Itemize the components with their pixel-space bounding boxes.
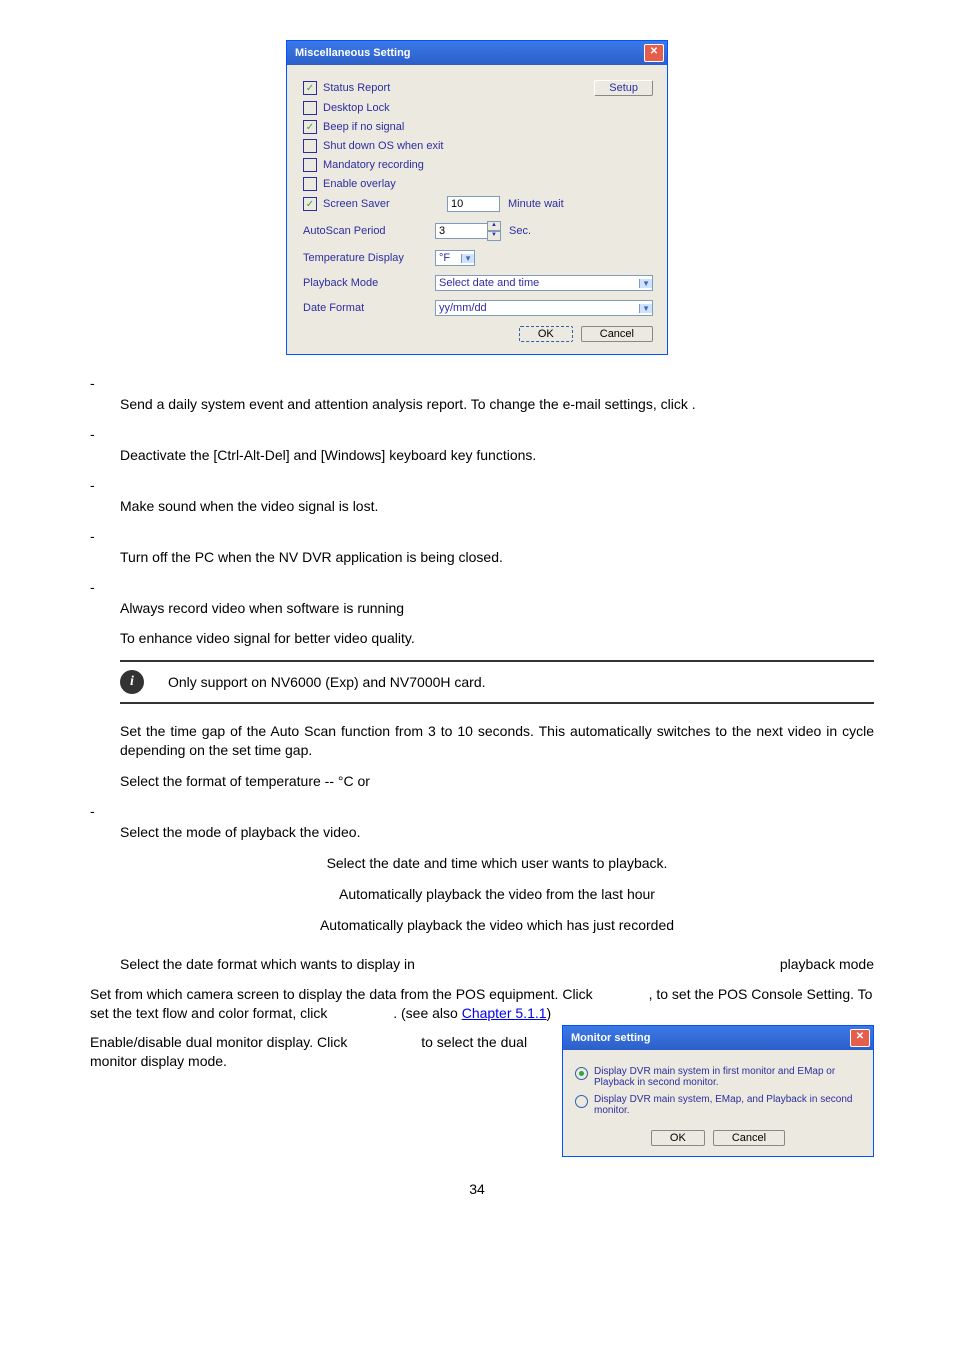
close-icon[interactable]: ✕	[644, 44, 664, 62]
pos-description-1: Set from which camera screen to display …	[90, 986, 593, 1002]
autoscan-unit: Sec.	[509, 225, 531, 237]
overlay-checkbox[interactable]	[303, 177, 317, 191]
status-report-label: Status Report	[323, 82, 390, 94]
beep-label: Beep if no signal	[323, 121, 404, 133]
playback-option-2: Automatically playback the video from th…	[120, 885, 874, 904]
info-note: Only support on NV6000 (Exp) and NV7000H…	[168, 674, 486, 690]
date-format-dropdown[interactable]: yy/mm/dd ▼	[435, 300, 653, 316]
mandatory-checkbox[interactable]	[303, 158, 317, 172]
setup-button[interactable]: Setup	[594, 80, 653, 96]
chapter-link[interactable]: Chapter 5.1.1	[462, 1005, 547, 1021]
ok-button[interactable]: OK	[519, 326, 573, 342]
screensaver-unit: Minute wait	[508, 198, 564, 210]
screensaver-label: Screen Saver	[323, 198, 447, 210]
playback-mode-dropdown[interactable]: Select date and time ▼	[435, 275, 653, 291]
screensaver-checkbox[interactable]: ✓	[303, 197, 317, 211]
date-format-value: yy/mm/dd	[439, 302, 487, 314]
autoscan-label: AutoScan Period	[303, 225, 435, 237]
overlay-description: To enhance video signal for better video…	[120, 629, 874, 648]
pos-description-4: )	[547, 1005, 552, 1021]
miscellaneous-setting-dialog: Miscellaneous Setting ✕ ✓ Status Report …	[286, 40, 668, 355]
monitor-option-2-label: Display DVR main system, EMap, and Playb…	[594, 1094, 861, 1116]
mandatory-description: Always record video when software is run…	[120, 599, 874, 618]
ok-button[interactable]: OK	[651, 1130, 705, 1146]
cancel-button[interactable]: Cancel	[581, 326, 653, 342]
page-number: 34	[80, 1181, 874, 1197]
dialog-titlebar: Miscellaneous Setting ✕	[287, 41, 667, 65]
date-format-description-2: playback mode	[780, 955, 874, 974]
date-format-label: Date Format	[303, 302, 435, 314]
temperature-description: Select the format of temperature -- °C o…	[120, 772, 874, 791]
status-report-checkbox[interactable]: ✓	[303, 81, 317, 95]
screensaver-input[interactable]	[447, 196, 500, 212]
beep-checkbox[interactable]: ✓	[303, 120, 317, 134]
shutdown-description: Turn off the PC when the NV DVR applicat…	[120, 548, 874, 567]
chevron-down-icon: ▼	[461, 254, 474, 263]
beep-description: Make sound when the video signal is lost…	[120, 497, 874, 516]
overlay-label: Enable overlay	[323, 178, 396, 190]
status-report-description-2: .	[692, 396, 696, 412]
playback-mode-label: Playback Mode	[303, 277, 435, 289]
close-icon[interactable]: ✕	[850, 1029, 870, 1047]
temperature-label: Temperature Display	[303, 252, 435, 264]
playback-description: Select the mode of playback the video.	[120, 823, 874, 842]
monitor-option-1-label: Display DVR main system in first monitor…	[594, 1066, 861, 1088]
desktop-lock-checkbox[interactable]	[303, 101, 317, 115]
shutdown-checkbox[interactable]	[303, 139, 317, 153]
date-format-description-1: Select the date format which wants to di…	[120, 955, 415, 974]
playback-option-1: Select the date and time which user want…	[120, 854, 874, 873]
autoscan-spinner[interactable]: ▲▼	[487, 221, 501, 241]
chevron-down-icon: ▼	[639, 304, 652, 313]
monitor-option-1-radio[interactable]	[575, 1067, 588, 1080]
info-icon: i	[120, 670, 144, 694]
autoscan-description: Set the time gap of the Auto Scan functi…	[120, 722, 874, 760]
shutdown-label: Shut down OS when exit	[323, 140, 443, 152]
status-report-description: Send a daily system event and attention …	[120, 396, 688, 412]
autoscan-input[interactable]	[435, 223, 488, 239]
dialog-title: Miscellaneous Setting	[295, 47, 411, 59]
pos-description-3: . (see also	[393, 1005, 458, 1021]
desktop-lock-label: Desktop Lock	[323, 102, 390, 114]
playback-mode-value: Select date and time	[439, 277, 539, 289]
temperature-value: °F	[439, 252, 450, 264]
dialog2-titlebar: Monitor setting ✕	[563, 1026, 873, 1050]
dialog2-title: Monitor setting	[571, 1032, 650, 1044]
temperature-dropdown[interactable]: °F ▼	[435, 250, 475, 266]
chevron-down-icon: ▼	[639, 279, 652, 288]
monitor-setting-dialog: Monitor setting ✕ Display DVR main syste…	[562, 1025, 874, 1157]
cancel-button[interactable]: Cancel	[713, 1130, 785, 1146]
monitor-option-2-radio[interactable]	[575, 1095, 588, 1108]
playback-option-3: Automatically playback the video which h…	[120, 916, 874, 935]
desktop-lock-description: Deactivate the [Ctrl-Alt-Del] and [Windo…	[120, 446, 874, 465]
mandatory-label: Mandatory recording	[323, 159, 424, 171]
dual-monitor-description-1: Enable/disable dual monitor display. Cli…	[90, 1034, 347, 1050]
